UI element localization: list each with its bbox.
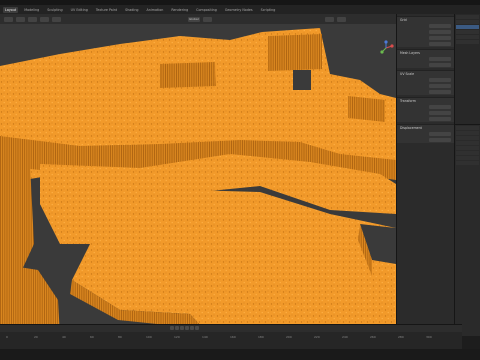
properties-row[interactable]: [456, 151, 479, 155]
property-field: [397, 62, 454, 68]
property-value-input[interactable]: [429, 63, 451, 67]
panel-section: Mesh Layers: [397, 49, 454, 68]
properties-row[interactable]: [456, 131, 479, 135]
frame-tick-label: 20: [34, 335, 38, 339]
jump-start-button[interactable]: [170, 326, 174, 330]
tab-layout[interactable]: Layout: [3, 6, 19, 13]
tab-scripting[interactable]: Scripting: [259, 7, 278, 13]
timeline: 0 20 40 60 80 100 120 140 160 180 200 220 240 260 280 3…: [0, 324, 462, 349]
property-value-input[interactable]: [429, 117, 451, 121]
frame-tick-label: 160: [230, 335, 236, 339]
tab-modeling[interactable]: Modeling: [22, 7, 41, 13]
property-value-input[interactable]: [429, 24, 451, 28]
property-field: [397, 116, 454, 122]
terrain-render: [0, 14, 396, 336]
property-value-input[interactable]: [429, 42, 451, 46]
tab-shading[interactable]: Shading: [123, 7, 140, 13]
property-value-input[interactable]: [429, 57, 451, 61]
play-icon[interactable]: [185, 326, 189, 330]
frame-tick-label: 240: [342, 335, 348, 339]
frame-tick-label: 260: [370, 335, 376, 339]
properties-row[interactable]: [456, 161, 479, 165]
panel-section: Transform: [397, 97, 454, 122]
property-value-input[interactable]: [429, 30, 451, 34]
property-value-input[interactable]: [429, 36, 451, 40]
frame-tick-label: 80: [118, 335, 122, 339]
overlay-toggle[interactable]: [336, 16, 346, 22]
property-value-input[interactable]: [429, 78, 451, 82]
properties-row[interactable]: [456, 136, 479, 140]
tab-animation[interactable]: Animation: [145, 7, 166, 13]
shading-mode[interactable]: [324, 16, 334, 22]
frame-tick-label: 60: [90, 335, 94, 339]
panel-section: Grid: [397, 16, 454, 47]
frame-ruler[interactable]: 0 20 40 60 80 100 120 140 160 180 200 220 240 260 280 3…: [0, 333, 462, 349]
tab-uv-editing[interactable]: UV Editing: [69, 7, 90, 13]
tab-sculpting[interactable]: Sculpting: [45, 7, 64, 13]
property-value-input[interactable]: [429, 138, 451, 142]
prev-key-button[interactable]: [175, 326, 179, 330]
outliner-row[interactable]: [456, 15, 479, 19]
property-value-input[interactable]: [429, 111, 451, 115]
viewport-header: Global: [0, 14, 396, 24]
tab-rendering[interactable]: Rendering: [169, 7, 190, 13]
property-field: [397, 41, 454, 47]
select-menu[interactable]: [28, 16, 37, 22]
properties-row[interactable]: [456, 141, 479, 145]
properties-row[interactable]: [456, 146, 479, 150]
outliner: [454, 14, 480, 124]
status-bar: [0, 349, 480, 360]
properties-row[interactable]: [456, 126, 479, 130]
snap-toggle[interactable]: [202, 16, 212, 22]
frame-tick-label: 280: [398, 335, 404, 339]
outliner-row[interactable]: [456, 40, 479, 44]
frame-tick-label: 300: [426, 335, 432, 339]
properties-editor: [454, 124, 480, 336]
properties-row[interactable]: [456, 156, 479, 160]
playback-controls: [0, 325, 462, 332]
transform-orientation[interactable]: Global: [188, 16, 200, 22]
next-key-button[interactable]: [190, 326, 194, 330]
play-reverse-button[interactable]: [180, 326, 184, 330]
sidebar-properties: Grid Mesh Layers UV Scale Transform Displace…: [396, 14, 454, 336]
property-field: [397, 137, 454, 143]
tab-compositing[interactable]: Compositing: [194, 7, 219, 13]
tab-texture-paint[interactable]: Texture Paint: [94, 7, 119, 13]
frame-tick-label: 40: [62, 335, 66, 339]
frame-tick-label: 100: [146, 335, 152, 339]
outliner-row[interactable]: [456, 20, 479, 24]
outliner-row[interactable]: [456, 30, 479, 34]
property-value-input[interactable]: [429, 132, 451, 136]
outliner-row[interactable]: [456, 25, 479, 29]
jump-end-button[interactable]: [195, 326, 199, 330]
axis-gizmo-icon[interactable]: [378, 40, 394, 56]
viewport-mode-button[interactable]: [4, 16, 13, 22]
frame-tick-label: 120: [174, 335, 180, 339]
panel-section: Displacement: [397, 124, 454, 143]
workspace-tabs: Layout Modeling Sculpting UV Editing Texture…: [0, 5, 480, 14]
frame-tick-label: 140: [202, 335, 208, 339]
frame-tick-label: 200: [286, 335, 292, 339]
add-menu[interactable]: [40, 16, 49, 22]
outliner-row[interactable]: [456, 35, 479, 39]
3d-viewport[interactable]: Global: [0, 14, 396, 336]
view-menu[interactable]: [16, 16, 25, 22]
frame-tick-label: 180: [258, 335, 264, 339]
property-value-input[interactable]: [429, 105, 451, 109]
tab-geometry-nodes[interactable]: Geometry Nodes: [223, 7, 255, 13]
property-field: [397, 89, 454, 95]
property-value-input[interactable]: [429, 84, 451, 88]
frame-tick-label: 0: [6, 335, 8, 339]
property-value-input[interactable]: [429, 90, 451, 94]
frame-tick-label: 220: [314, 335, 320, 339]
panel-section: UV Scale: [397, 70, 454, 95]
object-menu[interactable]: [52, 16, 61, 22]
